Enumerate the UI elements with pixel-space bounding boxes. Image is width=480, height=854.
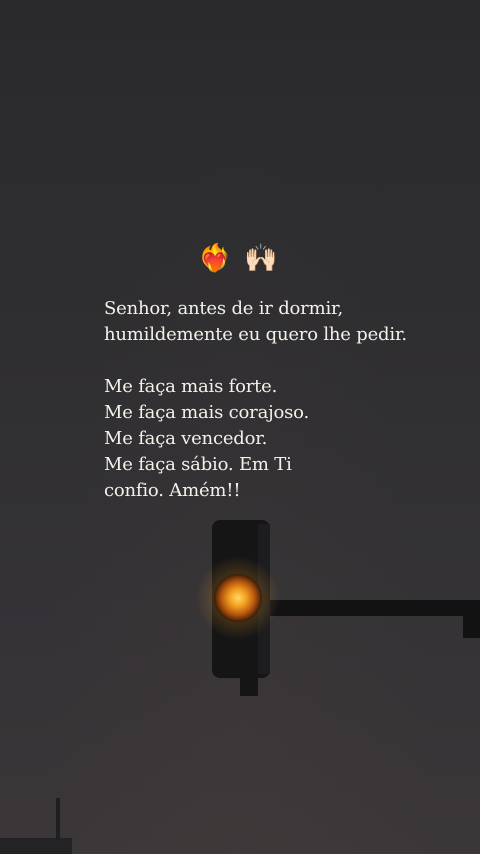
antenna — [56, 798, 60, 840]
story-scene: ❤️‍🔥 🙌🏻 Senhor, antes de ir dormir, humi… — [0, 0, 480, 854]
rooftop — [0, 838, 72, 854]
building-silhouette — [0, 798, 72, 854]
